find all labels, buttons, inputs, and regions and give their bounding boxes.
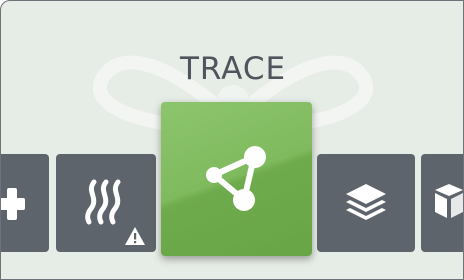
layers-icon [346, 184, 386, 220]
cube-icon [435, 184, 463, 218]
heat-waves-icon [85, 179, 121, 225]
tile-cube[interactable] [421, 154, 463, 252]
share-nodes-icon [206, 146, 266, 211]
tile-heat[interactable] [56, 154, 156, 252]
plus-icon [1, 188, 25, 220]
screen: TRACE [0, 0, 464, 280]
tile-layers[interactable] [317, 154, 415, 252]
page-title: TRACE [179, 51, 287, 87]
tile-add[interactable] [1, 154, 49, 252]
tile-trace-active[interactable] [161, 102, 312, 256]
warning-triangle-icon [125, 227, 145, 245]
